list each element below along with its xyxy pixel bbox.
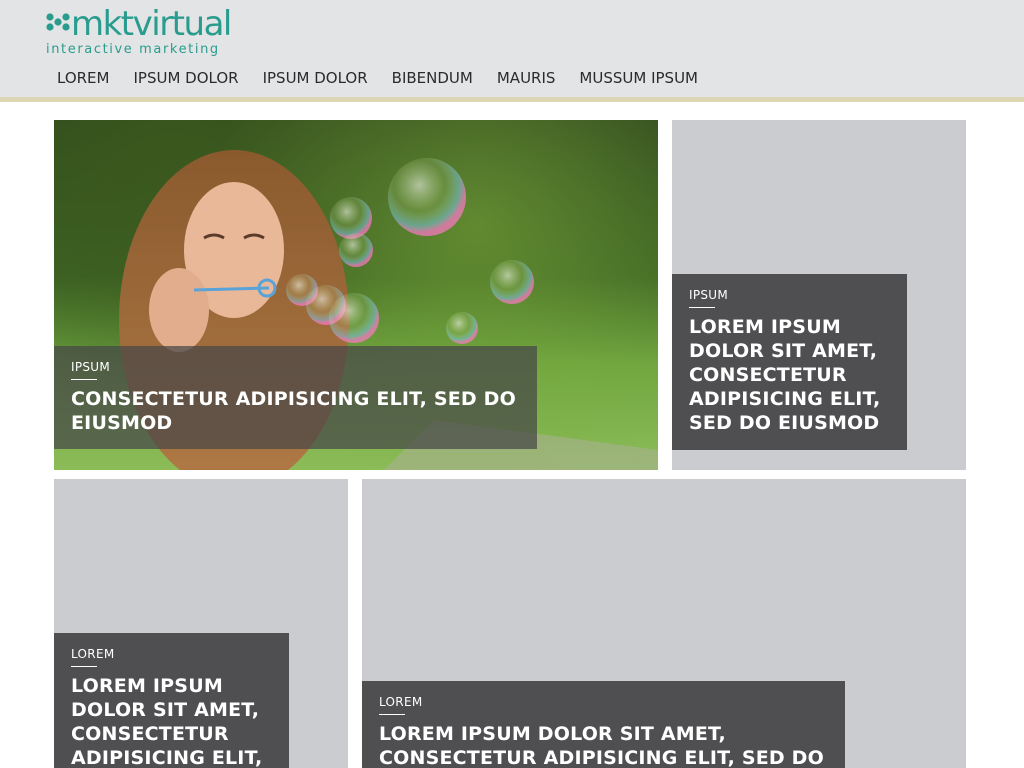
- tile-category: IPSUM: [689, 288, 729, 302]
- article-tile[interactable]: IPSUM LOREM IPSUM DOLOR SIT AMET, CONSEC…: [672, 120, 966, 470]
- featured-tile[interactable]: IPSUM CONSECTETUR ADIPISICING ELIT, SED …: [54, 120, 658, 470]
- tile-category: LOREM: [71, 647, 115, 661]
- main-nav: LOREM IPSUM DOLOR IPSUM DOLOR BIBENDUM M…: [45, 66, 710, 90]
- caption-divider: [379, 714, 405, 715]
- nav-item-mauris[interactable]: MAURIS: [485, 66, 568, 90]
- nav-item-lorem[interactable]: LOREM: [45, 66, 121, 90]
- tile-title: CONSECTETUR ADIPISICING ELIT, SED DO EIU…: [71, 388, 517, 434]
- logo-tagline: interactive marketing: [46, 42, 220, 57]
- article-tile[interactable]: LOREM LOREM IPSUM DOLOR SIT AMET, CONSEC…: [362, 479, 966, 768]
- nav-item-bibendum[interactable]: BIBENDUM: [380, 66, 485, 90]
- caption-divider: [71, 666, 97, 667]
- nav-item-ipsum-dolor-2[interactable]: IPSUM DOLOR: [251, 66, 380, 90]
- nav-item-mussum-ipsum[interactable]: MUSSUM IPSUM: [567, 66, 710, 90]
- article-tile[interactable]: LOREM LOREM IPSUM DOLOR SIT AMET, CONSEC…: [54, 479, 348, 768]
- site-header: mktvirtual interactive marketing LOREM I…: [0, 0, 1024, 102]
- nav-item-ipsum-dolor[interactable]: IPSUM DOLOR: [121, 66, 250, 90]
- article-caption[interactable]: LOREM LOREM IPSUM DOLOR SIT AMET, CONSEC…: [362, 681, 845, 768]
- caption-divider: [71, 379, 97, 380]
- logo-dots-icon: [46, 13, 70, 31]
- article-caption[interactable]: LOREM LOREM IPSUM DOLOR SIT AMET, CONSEC…: [54, 633, 289, 768]
- tile-title: LOREM IPSUM DOLOR SIT AMET, CONSECTETUR …: [689, 316, 881, 434]
- tile-category: IPSUM: [71, 360, 111, 374]
- logo-name: mktvirtual: [71, 4, 232, 44]
- caption-divider: [689, 307, 715, 308]
- logo-wordmark: mktvirtual: [46, 4, 232, 44]
- tile-title: LOREM IPSUM DOLOR SIT AMET, CONSECTETUR …: [71, 675, 263, 768]
- brand-logo[interactable]: mktvirtual interactive marketing: [46, 4, 246, 62]
- tile-category: LOREM: [379, 695, 423, 709]
- featured-caption[interactable]: IPSUM CONSECTETUR ADIPISICING ELIT, SED …: [54, 346, 537, 449]
- tile-title: LOREM IPSUM DOLOR SIT AMET, CONSECTETUR …: [379, 723, 825, 768]
- article-caption[interactable]: IPSUM LOREM IPSUM DOLOR SIT AMET, CONSEC…: [672, 274, 907, 450]
